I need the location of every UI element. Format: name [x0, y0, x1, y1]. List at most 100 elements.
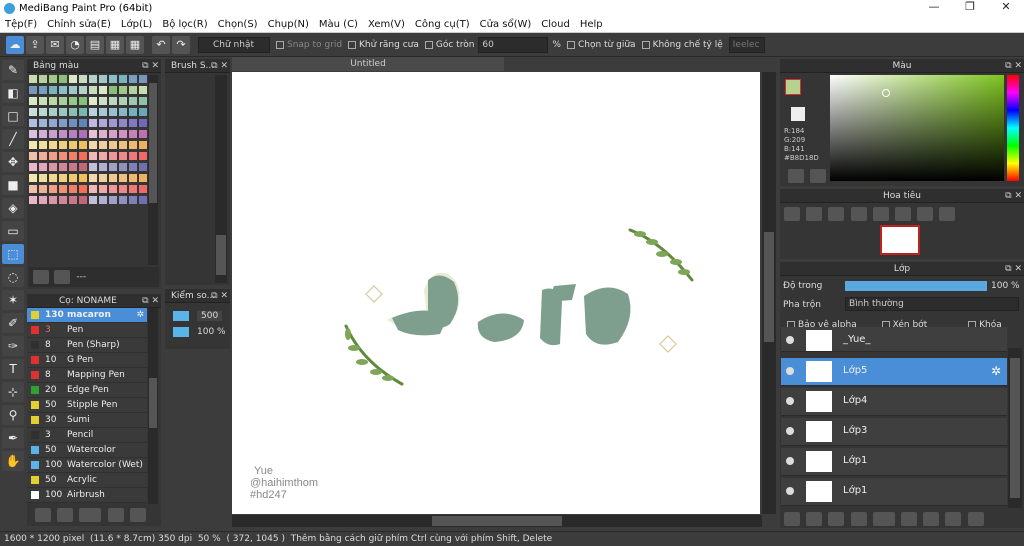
- layer-row[interactable]: Lớp5 ✲: [781, 358, 1007, 386]
- gradient-tool-icon[interactable]: ▭: [2, 221, 24, 241]
- brush-folder2-icon[interactable]: [129, 508, 146, 522]
- color-swatch[interactable]: [49, 141, 57, 149]
- color-swatch[interactable]: [129, 108, 137, 116]
- color-swatch[interactable]: [109, 196, 117, 204]
- color-swatch[interactable]: [119, 185, 127, 193]
- color-swatch[interactable]: [139, 75, 147, 83]
- no-ratio-checkbox[interactable]: [641, 40, 650, 49]
- brush-list-item[interactable]: 50 Watercolor: [27, 443, 147, 458]
- add-brush-icon[interactable]: [35, 508, 51, 522]
- color-swatch[interactable]: [29, 141, 37, 149]
- color-swatch[interactable]: [49, 174, 57, 182]
- color-swatch[interactable]: [49, 86, 57, 94]
- color-swatch[interactable]: [139, 130, 147, 138]
- color-swatch[interactable]: [99, 163, 107, 171]
- shape-tool-icon[interactable]: □: [2, 106, 24, 126]
- color-swatch[interactable]: [79, 185, 87, 193]
- color-swatch[interactable]: [49, 130, 57, 138]
- magic-wand-tool-icon[interactable]: ✶: [2, 290, 24, 310]
- color-swatch[interactable]: [49, 196, 57, 204]
- select-eraser-tool-icon[interactable]: ✑: [2, 336, 24, 356]
- fit-icon[interactable]: [828, 207, 845, 221]
- color-swatch[interactable]: [119, 174, 127, 182]
- color-swatch[interactable]: [69, 141, 77, 149]
- color-swatch[interactable]: [129, 141, 137, 149]
- duplicate-layer-icon[interactable]: [923, 512, 940, 526]
- brush-menu-icon[interactable]: [79, 508, 102, 522]
- color-swatch[interactable]: [139, 141, 147, 149]
- color-swatch[interactable]: [59, 163, 67, 171]
- picker-cursor[interactable]: [882, 89, 890, 97]
- color-swatch[interactable]: [39, 108, 47, 116]
- canvas-hscroll[interactable]: [232, 515, 762, 527]
- color-swatch[interactable]: [69, 152, 77, 160]
- color-swatch[interactable]: [79, 130, 87, 138]
- select-center-checkbox[interactable]: [566, 40, 575, 49]
- saturation-value-picker[interactable]: [830, 75, 1004, 181]
- brush-list-item[interactable]: 8 Pen (Sharp): [27, 338, 147, 353]
- color-swatch[interactable]: [129, 163, 137, 171]
- brush-list-item[interactable]: 8 Mapping Pen: [27, 368, 147, 383]
- color-swatch[interactable]: [59, 141, 67, 149]
- brush-list-item[interactable]: 100 Watercolor (Wet): [27, 458, 147, 473]
- color-swatch[interactable]: [69, 108, 77, 116]
- menu-filter[interactable]: Bộ lọc(R): [157, 19, 212, 30]
- color-swatch[interactable]: [89, 97, 97, 105]
- color-swatch[interactable]: [119, 152, 127, 160]
- color-swatch[interactable]: [39, 152, 47, 160]
- color-swatch[interactable]: [89, 108, 97, 116]
- menu-cloud[interactable]: Cloud: [536, 19, 575, 30]
- color-swatch[interactable]: [129, 97, 137, 105]
- color-swatch[interactable]: [59, 174, 67, 182]
- layer-row[interactable]: Lớp1: [781, 448, 1007, 476]
- color-swatch[interactable]: [119, 141, 127, 149]
- color-swatch[interactable]: [129, 185, 137, 193]
- color-swatch[interactable]: [39, 174, 47, 182]
- menu-layer[interactable]: Lớp(L): [116, 19, 157, 30]
- color-swatch[interactable]: [39, 185, 47, 193]
- text-tool-icon[interactable]: T: [2, 359, 24, 379]
- color-swatch[interactable]: [49, 119, 57, 127]
- color-swatch[interactable]: [29, 185, 37, 193]
- color-swatch[interactable]: [29, 174, 37, 182]
- eye-icon[interactable]: [786, 336, 794, 344]
- color-swatch[interactable]: [59, 185, 67, 193]
- color-swatch[interactable]: [99, 75, 107, 83]
- color-swatch[interactable]: [129, 75, 137, 83]
- canvas-document[interactable]: Yue @haihimthom #hd247: [232, 72, 760, 514]
- color-swatch[interactable]: [49, 108, 57, 116]
- layer-menu-icon[interactable]: [872, 512, 895, 526]
- color-swatch[interactable]: [69, 130, 77, 138]
- color-swatch[interactable]: [89, 152, 97, 160]
- color-swatch[interactable]: [79, 141, 87, 149]
- color-swatch[interactable]: [119, 196, 127, 204]
- grid-icon[interactable]: ▦: [126, 35, 144, 54]
- line-tool-icon[interactable]: ╱: [2, 129, 24, 149]
- color-swatch[interactable]: [99, 174, 107, 182]
- menu-help[interactable]: Help: [575, 19, 608, 30]
- round-corner-checkbox[interactable]: [424, 40, 433, 49]
- color-swatch[interactable]: [49, 97, 57, 105]
- color-swatch[interactable]: [49, 185, 57, 193]
- color-swatch[interactable]: [139, 185, 147, 193]
- color-swatch[interactable]: [109, 174, 117, 182]
- color-swatch[interactable]: [39, 163, 47, 171]
- new-layer-icon[interactable]: [784, 512, 800, 526]
- zoom-out-icon[interactable]: [850, 207, 867, 221]
- brush-tool-icon[interactable]: ✎: [2, 60, 24, 80]
- color-swatch[interactable]: [109, 108, 117, 116]
- color-swatch[interactable]: [69, 119, 77, 127]
- color-swatch[interactable]: [99, 196, 107, 204]
- color-swatch[interactable]: [79, 86, 87, 94]
- color-swatch[interactable]: [89, 163, 97, 171]
- operation-tool-icon[interactable]: ⊹: [2, 382, 24, 402]
- layer-row[interactable]: Lớp3: [781, 418, 1007, 446]
- color-swatch[interactable]: [69, 174, 77, 182]
- color-swatch[interactable]: [109, 130, 117, 138]
- fill-rect-tool-icon[interactable]: ■: [2, 175, 24, 195]
- gear-icon[interactable]: ✲: [136, 308, 144, 322]
- color-swatch[interactable]: [99, 97, 107, 105]
- color-swatch[interactable]: [59, 152, 67, 160]
- color-swatch[interactable]: [29, 119, 37, 127]
- brush-size-scrollbar[interactable]: [215, 75, 227, 283]
